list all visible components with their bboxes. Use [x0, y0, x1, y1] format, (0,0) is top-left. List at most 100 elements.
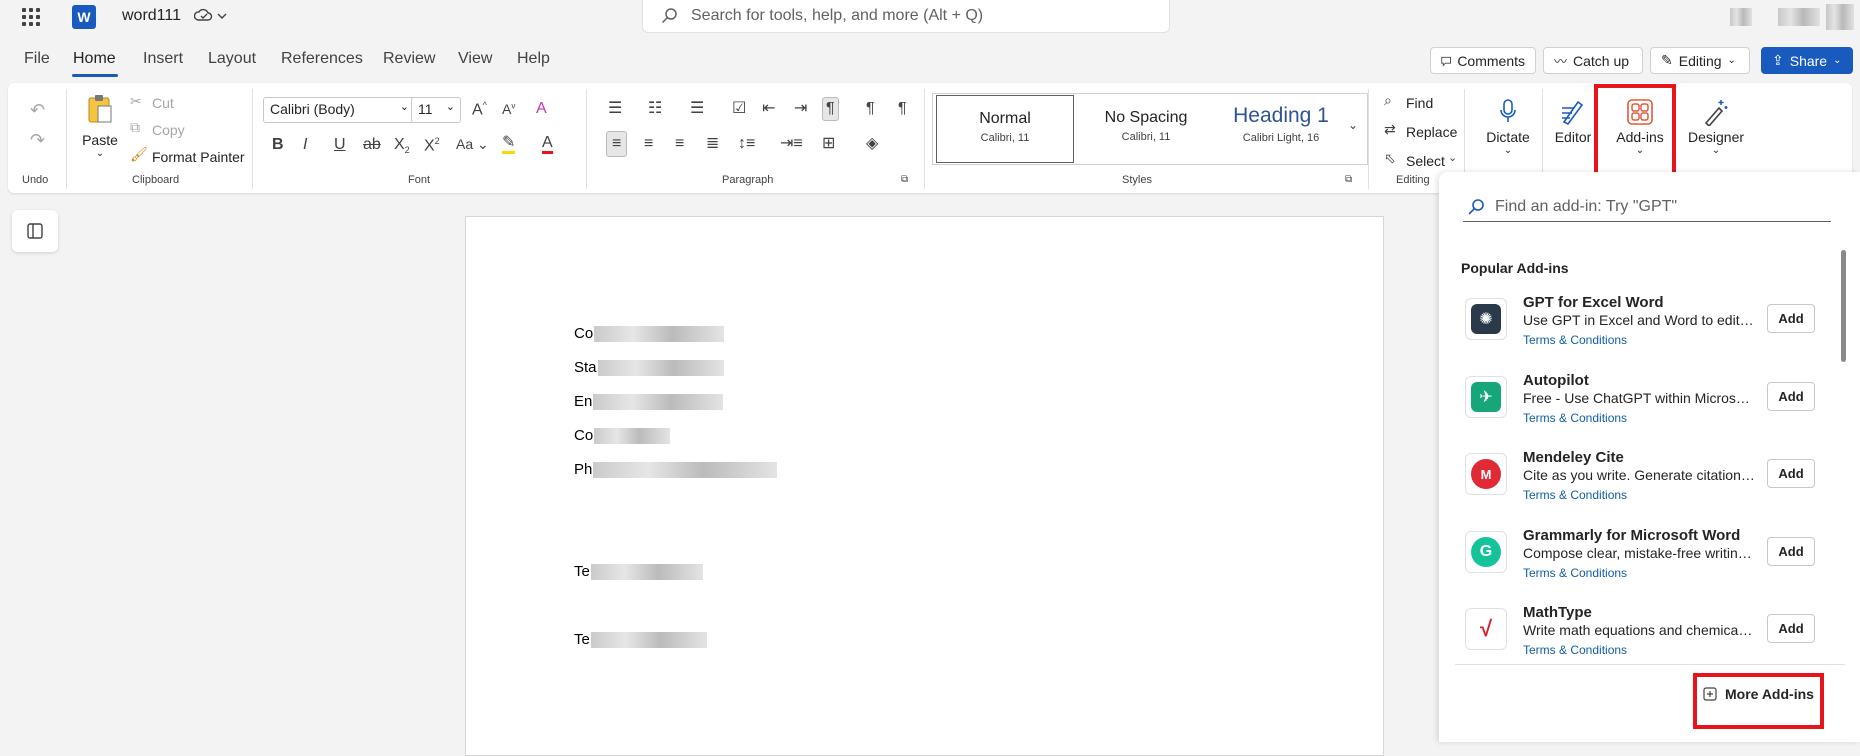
multilevel-list-icon[interactable]: ☰	[690, 101, 704, 117]
tab-references[interactable]: References	[281, 50, 363, 68]
align-center-icon[interactable]: ≡	[644, 136, 653, 152]
catch-up-button[interactable]: 〰 Catch up	[1543, 47, 1643, 74]
dictate-label: Dictate	[1486, 129, 1530, 145]
select-button[interactable]: Select	[1406, 153, 1445, 169]
show-formatting-icon[interactable]: ¶	[898, 101, 907, 117]
pane-scrollbar[interactable]	[1841, 250, 1846, 362]
add-button[interactable]: Add	[1767, 537, 1815, 566]
borders-icon[interactable]: ⊞	[822, 136, 835, 152]
bold-icon[interactable]: B	[272, 137, 284, 153]
shrink-font-icon[interactable]: Av	[502, 102, 515, 116]
profile-avatar[interactable]	[1826, 4, 1854, 30]
tab-help[interactable]: Help	[517, 50, 550, 68]
numbering-icon[interactable]: ☷	[648, 101, 662, 117]
add-button[interactable]: Add	[1767, 614, 1815, 643]
mathtype-icon: √	[1465, 608, 1507, 650]
styles-more-icon[interactable]: ⌄	[1348, 119, 1358, 131]
add-in-item[interactable]: ✈ Autopilot Free - Use ChatGPT within Mi…	[1465, 372, 1835, 438]
tab-view[interactable]: View	[458, 50, 492, 68]
search-input[interactable]: Search for tools, help, and more (Alt + …	[642, 0, 1170, 33]
document-line: Ph	[574, 461, 778, 478]
italic-icon[interactable]: I	[303, 137, 307, 153]
app-launcher-icon[interactable]	[20, 6, 42, 28]
paste-button[interactable]: Paste ⌄	[72, 93, 128, 159]
styles-dialog-launcher-icon[interactable]: ⧉	[1345, 175, 1352, 185]
document-name[interactable]: word111	[122, 7, 181, 25]
align-left-icon[interactable]: ≡	[606, 131, 628, 157]
font-family-value: Calibri (Body)	[270, 101, 355, 117]
font-size-select[interactable]: 11 ⌄	[411, 97, 461, 123]
align-right-icon[interactable]: ≡	[675, 136, 684, 152]
find-button[interactable]: Find	[1406, 95, 1433, 111]
chevron-down-icon: ⌄	[1711, 145, 1721, 156]
tab-layout[interactable]: Layout	[208, 50, 256, 68]
style-heading-1-sub: Calibri Light, 16	[1242, 132, 1320, 144]
style-no-spacing[interactable]: No Spacing Calibri, 11	[1078, 95, 1214, 163]
tab-home[interactable]: Home	[73, 50, 116, 68]
terms-link[interactable]: Terms & Conditions	[1523, 488, 1627, 502]
paragraph-dialog-launcher-icon[interactable]: ⧉	[901, 175, 908, 185]
clear-formatting-icon[interactable]: A	[536, 101, 547, 117]
document-page[interactable]: Co Sta En Co Ph Te Te	[465, 216, 1384, 756]
grow-font-icon[interactable]: A^	[472, 101, 487, 118]
redo-icon[interactable]: ↷	[30, 131, 45, 149]
active-tab-indicator	[72, 74, 118, 77]
user-avatar[interactable]	[1730, 8, 1752, 26]
subscript-icon[interactable]: X2	[394, 136, 410, 155]
comments-button[interactable]: Comments	[1430, 47, 1536, 74]
toolbar-obscured-item[interactable]	[1778, 8, 1820, 26]
add-button[interactable]: Add	[1767, 304, 1815, 333]
change-case-icon[interactable]: Aa ⌄	[456, 137, 489, 151]
rtl-paragraph-icon[interactable]: ¶	[866, 101, 875, 117]
add-in-search-input[interactable]: Find an add-in: Try "GPT"	[1463, 192, 1831, 222]
style-heading-1[interactable]: Heading 1 Calibri Light, 16	[1216, 95, 1346, 163]
format-painter-button[interactable]: Format Painter	[152, 149, 245, 165]
justify-icon[interactable]: ≣	[706, 136, 719, 152]
terms-link[interactable]: Terms & Conditions	[1523, 643, 1627, 657]
paragraph-spacing-icon[interactable]: ⇥≡	[780, 136, 803, 152]
terms-link[interactable]: Terms & Conditions	[1523, 333, 1627, 347]
undo-icon[interactable]: ↶	[30, 101, 45, 119]
paste-label: Paste	[82, 132, 118, 148]
designer-button[interactable]: Designer ⌄	[1684, 95, 1748, 156]
strikethrough-icon[interactable]: ab	[363, 137, 381, 153]
add-button[interactable]: Add	[1767, 382, 1815, 411]
replace-button[interactable]: Replace	[1406, 124, 1457, 140]
bullets-icon[interactable]: ☰	[608, 101, 622, 117]
style-normal[interactable]: Normal Calibri, 11	[936, 95, 1074, 163]
tab-review[interactable]: Review	[383, 50, 435, 68]
add-button[interactable]: Add	[1767, 459, 1815, 488]
ltr-paragraph-icon[interactable]: ¶	[822, 97, 839, 121]
add-in-item[interactable]: G Grammarly for Microsoft Word Compose c…	[1465, 527, 1835, 593]
document-line: Te	[574, 631, 707, 648]
tab-insert[interactable]: Insert	[143, 50, 183, 68]
cut-button[interactable]: Cut	[152, 95, 174, 111]
shading-icon[interactable]: ◈	[866, 136, 878, 152]
add-in-item[interactable]: ✺ GPT for Excel Word Use GPT in Excel an…	[1465, 294, 1835, 360]
styles-group-label: Styles	[1122, 174, 1152, 186]
terms-link[interactable]: Terms & Conditions	[1523, 566, 1627, 580]
more-add-ins-highlight	[1693, 673, 1824, 729]
style-normal-sub: Calibri, 11	[980, 132, 1030, 144]
designer-wand-icon	[1704, 100, 1728, 126]
increase-indent-icon[interactable]: ⇥	[794, 101, 807, 117]
add-in-item[interactable]: √ MathType Write math equations and chem…	[1465, 604, 1835, 670]
font-color-icon[interactable]: A	[542, 135, 553, 154]
navigation-pane-icon[interactable]	[12, 210, 58, 252]
add-in-item[interactable]: M Mendeley Cite Cite as you write. Gener…	[1465, 449, 1835, 515]
copy-button[interactable]: Copy	[152, 122, 185, 138]
decrease-indent-icon[interactable]: ⇤	[762, 101, 775, 117]
line-spacing-icon[interactable]: ↕≡	[738, 136, 755, 152]
cloud-check-icon[interactable]	[193, 7, 228, 28]
editing-mode-button[interactable]: ✎ Editing ⌄	[1650, 47, 1750, 74]
dictate-button[interactable]: Dictate ⌄	[1478, 95, 1538, 156]
underline-icon[interactable]: U	[334, 137, 346, 153]
add-in-name: GPT for Excel Word	[1523, 294, 1664, 311]
tab-file[interactable]: File	[24, 50, 50, 68]
superscript-icon[interactable]: X2	[424, 137, 440, 154]
share-button[interactable]: ⇪ Share ⌄	[1761, 47, 1853, 74]
font-family-select[interactable]: Calibri (Body) ⌄	[263, 97, 415, 123]
terms-link[interactable]: Terms & Conditions	[1523, 411, 1627, 425]
checklist-icon[interactable]: ☑	[732, 101, 746, 117]
highlight-icon[interactable]: ✎	[502, 135, 516, 154]
